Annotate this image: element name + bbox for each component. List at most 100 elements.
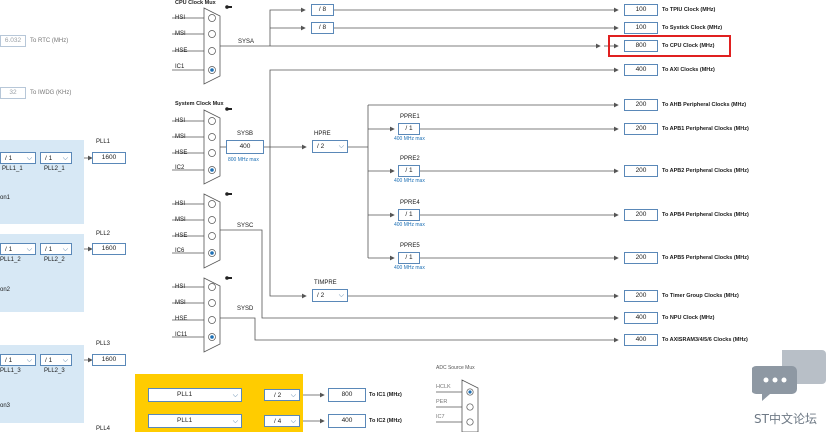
- ic2-source-value: PLL1: [177, 417, 193, 424]
- ppre1-box[interactable]: / 1: [398, 123, 420, 135]
- iwdg-value-box[interactable]: 32: [0, 87, 26, 99]
- output-value: 200: [635, 125, 647, 132]
- output-value-box[interactable]: 200: [624, 209, 658, 221]
- pll3-div1-value: / 1: [5, 357, 13, 364]
- cpu-mux-input-0: HSI: [175, 15, 186, 21]
- chevron-down-icon: ⌵: [62, 357, 68, 364]
- pll1-div1-value: / 1: [5, 155, 13, 162]
- output-value-box[interactable]: 100: [624, 22, 658, 34]
- sysc-mux-input-0: HSI: [175, 201, 186, 207]
- ppre5-max: 400 MHz max: [394, 265, 425, 271]
- ppre5-box[interactable]: / 1: [398, 252, 420, 264]
- pll3-div1-dropdown[interactable]: / 1 ⌵: [0, 354, 36, 366]
- ic2-source-dropdown[interactable]: PLL1 ⌵: [148, 414, 242, 428]
- pll3-sub2: PLL2_3: [44, 368, 65, 374]
- timpre-dropdown[interactable]: / 2 ⌵: [312, 289, 348, 302]
- pll1-div2-dropdown[interactable]: / 1 ⌵: [40, 152, 72, 164]
- ic1-value-box[interactable]: 800: [328, 388, 366, 402]
- ic1-label: To IC1 (MHz): [369, 392, 402, 398]
- pll3-out-box[interactable]: 1600: [92, 354, 126, 366]
- output-value: 200: [635, 167, 647, 174]
- output-value: 100: [635, 24, 647, 31]
- sysb-value-box[interactable]: 400: [226, 140, 264, 154]
- pll3-div2-dropdown[interactable]: / 1 ⌵: [40, 354, 72, 366]
- sysd-mux-input-0: HSI: [175, 284, 186, 290]
- rtc-label: To RTC (MHz): [30, 38, 69, 44]
- output-value-box[interactable]: 200: [624, 165, 658, 177]
- hpre-dropdown[interactable]: / 2 ⌵: [312, 140, 348, 153]
- ppre4-label: PPRE4: [400, 200, 420, 206]
- chevron-down-icon: ⌵: [338, 143, 344, 150]
- output-value-box[interactable]: 400: [624, 334, 658, 346]
- sysa-label: SYSA: [238, 39, 255, 45]
- ic2-value-box[interactable]: 400: [328, 414, 366, 428]
- pll3-side-label: on3: [0, 403, 11, 409]
- hpre-value: / 2: [317, 143, 325, 150]
- sysb-label: SYSB: [237, 131, 254, 137]
- output-label: To AXI Clocks (MHz): [662, 67, 715, 73]
- output-value-box[interactable]: 200: [624, 99, 658, 111]
- output-value-box[interactable]: 200: [624, 252, 658, 264]
- forum-chat-icon: [752, 350, 826, 401]
- chevron-down-icon: ⌵: [338, 292, 344, 299]
- sys-mux-input-2: HSE: [175, 150, 188, 156]
- hpre-label: HPRE: [314, 131, 331, 137]
- chevron-down-icon: ⌵: [62, 246, 68, 253]
- output-label: To APB1 Peripheral Clocks (MHz): [662, 126, 749, 132]
- pll1-div2-value: / 1: [45, 155, 53, 162]
- output-value: 200: [635, 211, 647, 218]
- pll2-side-label: on2: [0, 287, 11, 293]
- cpu-mux-title: CPU Clock Mux: [175, 0, 216, 6]
- pll2-div2-dropdown[interactable]: / 1 ⌵: [40, 243, 72, 255]
- output-label: To APB4 Peripheral Clocks (MHz): [662, 212, 749, 218]
- chevron-down-icon: ⌵: [232, 418, 238, 425]
- output-value-box[interactable]: 400: [624, 64, 658, 76]
- ppre1-label: PPRE1: [400, 114, 420, 120]
- sysb-value: 400: [239, 143, 251, 150]
- output-value-box[interactable]: 100: [624, 4, 658, 16]
- ic1-source-dropdown[interactable]: PLL1 ⌵: [148, 388, 242, 402]
- pll3-title: PLL3: [96, 341, 111, 347]
- pll2-div1-dropdown[interactable]: / 1 ⌵: [0, 243, 36, 255]
- ppre2-box[interactable]: / 1: [398, 165, 420, 177]
- pll2-sub1: PLL1_2: [0, 257, 21, 263]
- output-label: To APB5 Peripheral Clocks (MHz): [662, 255, 749, 261]
- ppre5-value: / 1: [405, 254, 413, 261]
- output-label: To Systick Clock (MHz): [662, 25, 723, 31]
- cpu-clock-highlight: [608, 35, 731, 57]
- pll1-out-box[interactable]: 1600: [92, 152, 126, 164]
- rtc-value-box[interactable]: 6.032: [0, 35, 26, 47]
- pll2-div2-value: / 1: [45, 246, 53, 253]
- sysc-mux-input-1: MSI: [175, 217, 186, 223]
- ic1-divider-dropdown[interactable]: / 2 ⌵: [264, 389, 300, 401]
- tpiu-divider-box[interactable]: / 8: [311, 4, 334, 16]
- chevron-down-icon: ⌵: [26, 155, 32, 162]
- pll2-out-box[interactable]: 1600: [92, 243, 126, 255]
- output-label: To AXISRAM3/4/5/6 Clocks (MHz): [662, 337, 748, 343]
- pll2-sub2: PLL2_2: [44, 257, 65, 263]
- ppre2-value: / 1: [405, 167, 413, 174]
- ppre2-label: PPRE2: [400, 156, 420, 162]
- output-label: To Timer Group Clocks (MHz): [662, 293, 739, 299]
- pll3-div2-value: / 1: [45, 357, 53, 364]
- output-value-box[interactable]: 400: [624, 312, 658, 324]
- cpu-mux-input-1: MSI: [175, 31, 186, 37]
- ic2-divider-dropdown[interactable]: / 4 ⌵: [264, 415, 300, 427]
- iwdg-label: To IWDG (KHz): [30, 90, 72, 96]
- ic1-value: 800: [341, 391, 353, 398]
- sysc-mux-input-2: HSE: [175, 233, 188, 239]
- sysd-mux-input-3: IC11: [175, 332, 188, 338]
- cpu-mux-input-3: IC1: [175, 64, 185, 70]
- sys-mux-input-0: HSI: [175, 118, 186, 124]
- output-value: 200: [635, 101, 647, 108]
- chevron-down-icon: ⌵: [26, 357, 32, 364]
- output-label: To APB2 Peripheral Clocks (MHz): [662, 168, 749, 174]
- systick-divider-box[interactable]: / 8: [311, 22, 334, 34]
- ic1-divider-value: / 2: [274, 392, 282, 399]
- output-value-box[interactable]: 200: [624, 290, 658, 302]
- chevron-down-icon: ⌵: [290, 418, 296, 425]
- output-value-box[interactable]: 200: [624, 123, 658, 135]
- ppre5-label: PPRE5: [400, 243, 420, 249]
- ppre4-box[interactable]: / 1: [398, 209, 420, 221]
- pll1-div1-dropdown[interactable]: / 1 ⌵: [0, 152, 36, 164]
